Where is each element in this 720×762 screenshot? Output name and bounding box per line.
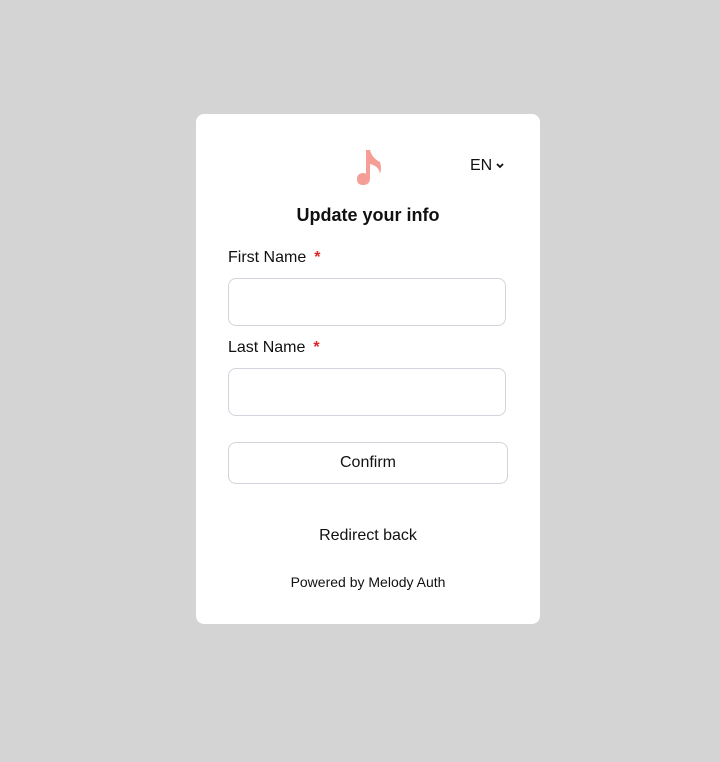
language-selector[interactable]: EN <box>470 157 505 175</box>
confirm-button[interactable]: Confirm <box>228 442 508 484</box>
chevron-down-icon <box>495 157 505 175</box>
page-title: Update your info <box>296 205 440 225</box>
first-name-label: First Name * <box>228 249 321 266</box>
last-name-label: Last Name * <box>228 339 320 356</box>
required-mark: * <box>313 339 320 356</box>
required-mark: * <box>314 249 321 266</box>
first-name-input[interactable] <box>228 278 506 326</box>
music-note-logo-icon <box>354 148 384 191</box>
language-label: EN <box>470 157 493 174</box>
powered-by-link[interactable]: Powered by Melody Auth <box>196 574 540 590</box>
redirect-back-link[interactable]: Redirect back <box>196 527 540 545</box>
last-name-input[interactable] <box>228 368 506 416</box>
